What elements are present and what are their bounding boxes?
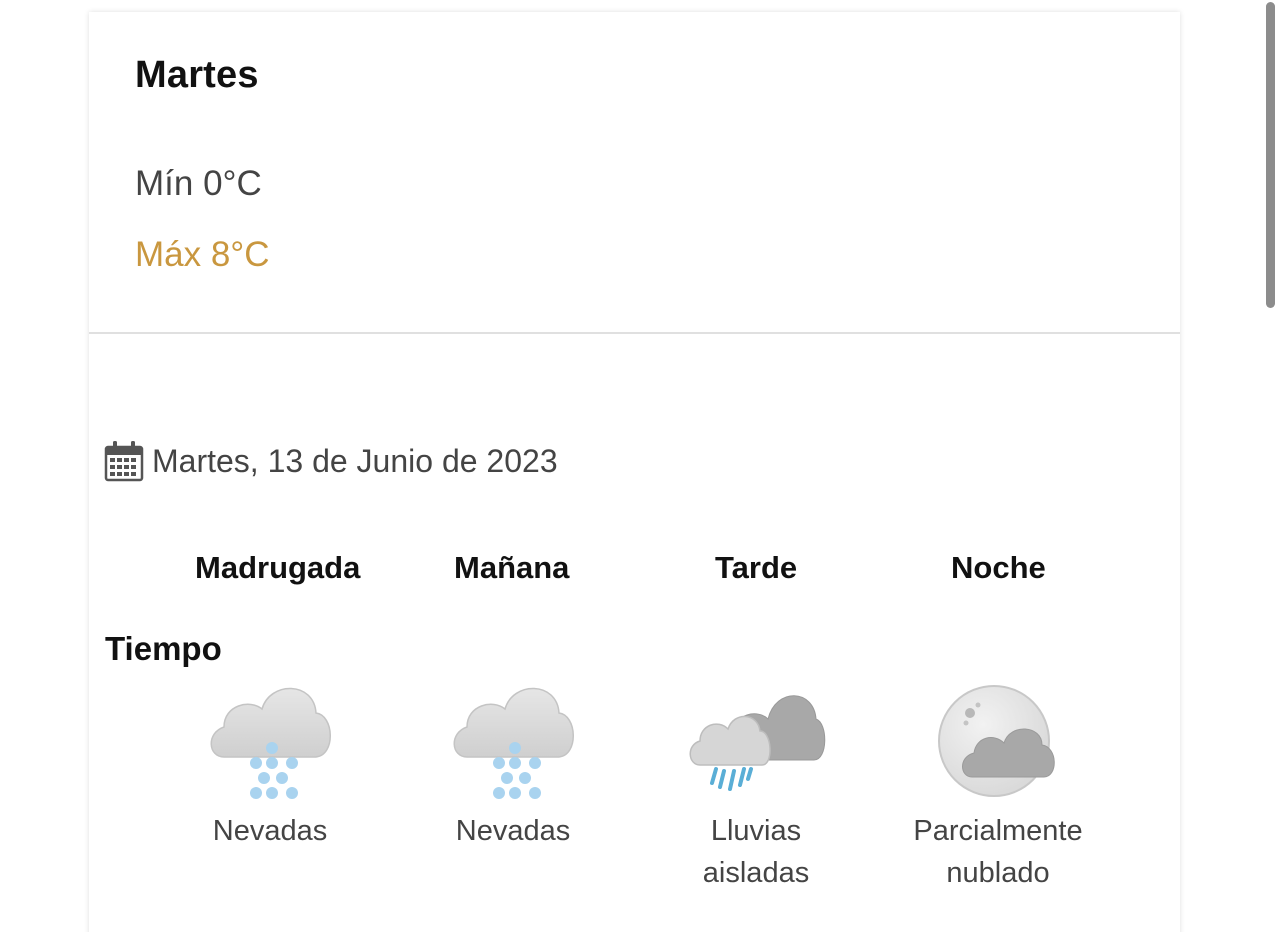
period-noche: Noche <box>951 550 1046 585</box>
moon-cloud-icon <box>938 685 1055 797</box>
max-temperature: Máx 8°C <box>135 235 270 274</box>
weather-desc-tarde: Lluvias aisladas <box>702 815 810 889</box>
date-row: Martes, 13 de Junio de 2023 <box>104 440 558 482</box>
vertical-scrollbar[interactable] <box>1262 0 1283 932</box>
scrollbar-thumb[interactable] <box>1266 2 1275 308</box>
weather-section-label: Tiempo <box>105 630 222 667</box>
period-manana: Mañana <box>454 550 570 585</box>
snow-cloud-icon <box>210 687 331 799</box>
period-madrugada: Madrugada <box>195 550 361 585</box>
weather-desc-noche: Parcialmente nublado <box>913 815 1083 889</box>
day-summary: Martes Mín 0°C Máx 8°C <box>89 12 1180 334</box>
page: Martes Mín 0°C Máx 8°C Martes, 13 de Jun… <box>0 0 1283 932</box>
rain-cloud-icon <box>689 695 826 791</box>
calendar-icon <box>104 441 144 482</box>
weather-desc-madrugada: Nevadas <box>212 815 328 847</box>
day-title: Martes <box>135 54 259 96</box>
min-temperature: Mín 0°C <box>135 164 262 203</box>
forecast-date: Martes, 13 de Junio de 2023 <box>152 442 558 479</box>
weather-desc-manana: Nevadas <box>455 815 571 847</box>
snow-cloud-icon <box>453 687 574 799</box>
period-tarde: Tarde <box>715 550 798 585</box>
